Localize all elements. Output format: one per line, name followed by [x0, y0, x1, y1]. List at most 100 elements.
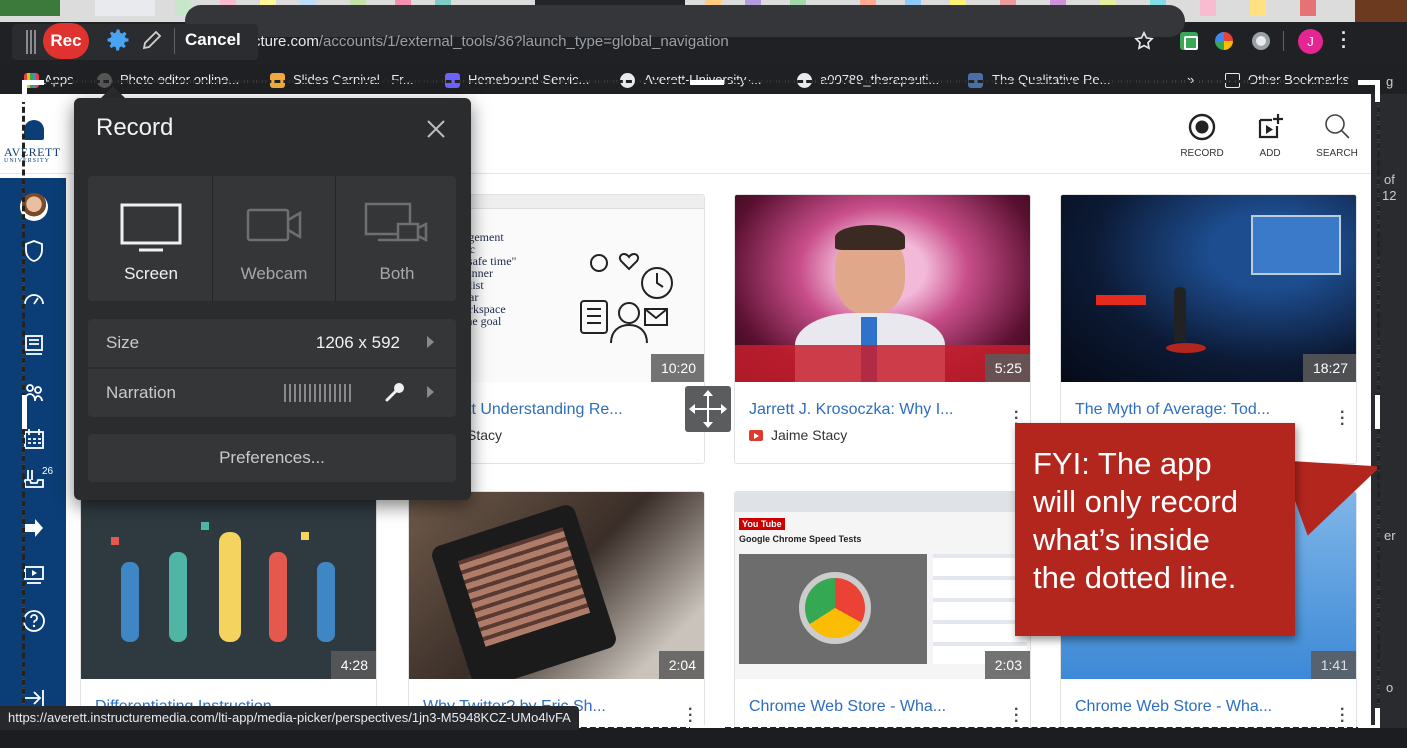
- courses-icon[interactable]: [22, 333, 46, 357]
- move-frame-handle[interactable]: [685, 386, 731, 432]
- video-card[interactable]: You Tube Google Chrome Speed Tests 2:03 …: [734, 491, 1031, 748]
- search-action-button[interactable]: SEARCH: [1307, 110, 1367, 166]
- audio-level-meter: [284, 384, 354, 402]
- slides-icon: [270, 73, 285, 88]
- help-icon[interactable]: [22, 609, 46, 633]
- bookmarks-overflow-button[interactable]: »: [1187, 72, 1194, 87]
- add-media-icon: [1258, 114, 1283, 139]
- chevron-right-icon: [427, 336, 434, 348]
- record-action-label: RECORD: [1180, 148, 1224, 159]
- background-text: g: [1386, 74, 1394, 89]
- browser-menu-icon[interactable]: · · ·: [1340, 24, 1348, 56]
- frame-corner-handle[interactable]: [1358, 80, 1380, 102]
- bookmark-homebound[interactable]: Homebound Servic...: [468, 72, 589, 87]
- profile-avatar[interactable]: J: [1298, 29, 1323, 54]
- add-action-button[interactable]: ADD: [1240, 110, 1300, 166]
- monitor-icon: [120, 203, 182, 252]
- slide-text: agement tic "safe time" lanner dlist dar…: [463, 230, 517, 328]
- desktop-strip: [0, 728, 1407, 748]
- drag-grip-icon[interactable]: [26, 30, 38, 54]
- close-icon[interactable]: [425, 118, 447, 140]
- dashboard-icon[interactable]: [22, 286, 46, 310]
- size-value: 1206 x 592: [315, 333, 400, 352]
- add-action-label: ADD: [1259, 148, 1281, 159]
- extension-record-icon[interactable]: [1252, 32, 1270, 50]
- rec-button[interactable]: Rec: [43, 23, 89, 59]
- youtube-video-heading: Google Chrome Speed Tests: [739, 534, 862, 544]
- video-duration: 4:28: [330, 651, 376, 679]
- mode-both-label: Both: [379, 264, 415, 283]
- averett-icon: [620, 73, 635, 88]
- video-title[interactable]: The Myth of Average: Tod...: [1075, 401, 1270, 419]
- video-card[interactable]: 5:25 Jarrett J. Krosoczka: Why I... Jaim…: [734, 194, 1031, 464]
- mode-screen-label: Screen: [124, 264, 178, 283]
- video-duration: 18:27: [1302, 354, 1356, 382]
- calendar-icon[interactable]: [22, 427, 46, 451]
- screen: cture.com/accounts/1/external_tools/36?l…: [0, 0, 1407, 748]
- commons-icon[interactable]: [22, 516, 46, 540]
- cancel-button[interactable]: Cancel: [185, 30, 241, 50]
- video-title[interactable]: Jarrett J. Krosoczka: Why I...: [749, 401, 954, 419]
- studio-icon[interactable]: [22, 563, 46, 587]
- averett-logo-icon: [24, 120, 44, 140]
- video-duration: 5:25: [984, 354, 1030, 382]
- video-owner: Stacy: [467, 427, 503, 443]
- video-thumbnail[interactable]: 5:25: [735, 195, 1030, 382]
- video-title[interactable]: Chrome Web Store - Wha...: [1075, 698, 1272, 716]
- logo-subtext: UNIVERSITY: [4, 158, 50, 164]
- video-thumbnail[interactable]: 2:04: [409, 492, 704, 679]
- narration-label: Narration: [106, 383, 176, 402]
- video-thumbnail[interactable]: 4:28: [81, 492, 376, 679]
- address-bar-url[interactable]: cture.com/accounts/1/external_tools/36?l…: [253, 33, 729, 50]
- more-options-icon[interactable]: ···: [688, 702, 693, 730]
- bookmark-qualitative[interactable]: The Qualitative Re...: [992, 72, 1111, 87]
- gear-icon[interactable]: [104, 26, 132, 54]
- narration-option-row[interactable]: Narration: [88, 369, 456, 417]
- mode-both-button[interactable]: Both: [336, 176, 458, 301]
- frame-corner-handle[interactable]: [22, 80, 44, 102]
- mode-webcam-button[interactable]: Webcam: [213, 176, 335, 301]
- folder-icon: [1225, 73, 1240, 88]
- bookmark-therapeutic[interactable]: a00789_therapeuti...: [820, 72, 939, 87]
- record-icon: [1188, 113, 1216, 141]
- video-title[interactable]: tt Understanding Re...: [467, 401, 623, 419]
- webcam-icon: [246, 208, 302, 242]
- search-action-label: SEARCH: [1316, 148, 1358, 159]
- mode-screen-button[interactable]: Screen: [90, 176, 212, 301]
- move-arrows-icon: [689, 390, 727, 428]
- extension-icon[interactable]: [1180, 32, 1198, 50]
- frame-corner-handle[interactable]: [1358, 708, 1380, 730]
- microphone-icon: [385, 383, 404, 402]
- youtube-icon: [749, 430, 763, 441]
- screen-and-webcam-icon: [364, 202, 428, 243]
- bookmark-other[interactable]: Other Bookmarks: [1248, 72, 1349, 87]
- extension-color-icon[interactable]: [1215, 32, 1233, 50]
- video-thumbnail[interactable]: 18:27: [1061, 195, 1356, 382]
- background-text: 12: [1382, 188, 1397, 203]
- bookmark-apps[interactable]: Apps: [44, 72, 74, 87]
- record-action-button[interactable]: RECORD: [1172, 110, 1232, 166]
- size-label: Size: [106, 333, 140, 352]
- bookmark-star-icon[interactable]: [1133, 30, 1155, 52]
- frame-edge-handle[interactable]: [690, 80, 724, 85]
- bookmark-slides-carnival[interactable]: Slides Carnival - Fr...: [293, 72, 414, 87]
- background-text: er: [1384, 528, 1396, 543]
- doc-icon: [797, 73, 812, 88]
- planning-doodle-icon: [580, 253, 673, 344]
- size-option-row[interactable]: Size 1206 x 592: [88, 319, 456, 367]
- status-bar-url: https://averett.instructuremedia.com/lti…: [0, 706, 579, 730]
- preferences-button[interactable]: Preferences...: [88, 434, 456, 482]
- frame-edge-handle[interactable]: [22, 395, 27, 429]
- more-options-icon[interactable]: ···: [1340, 702, 1345, 730]
- pencil-icon[interactable]: [140, 28, 164, 52]
- frame-edge-handle[interactable]: [1375, 395, 1380, 429]
- more-options-icon[interactable]: ···: [1340, 405, 1345, 433]
- bookmark-photo-editor[interactable]: Photo editor online...: [120, 72, 239, 87]
- more-options-icon[interactable]: ···: [1014, 702, 1019, 730]
- list-icon: [445, 73, 460, 88]
- video-title[interactable]: Chrome Web Store - Wha...: [749, 698, 946, 716]
- video-thumbnail[interactable]: You Tube Google Chrome Speed Tests 2:03: [735, 492, 1030, 679]
- toolbar-divider: [174, 28, 175, 54]
- shield-icon[interactable]: [22, 239, 46, 263]
- account-avatar[interactable]: [20, 193, 48, 221]
